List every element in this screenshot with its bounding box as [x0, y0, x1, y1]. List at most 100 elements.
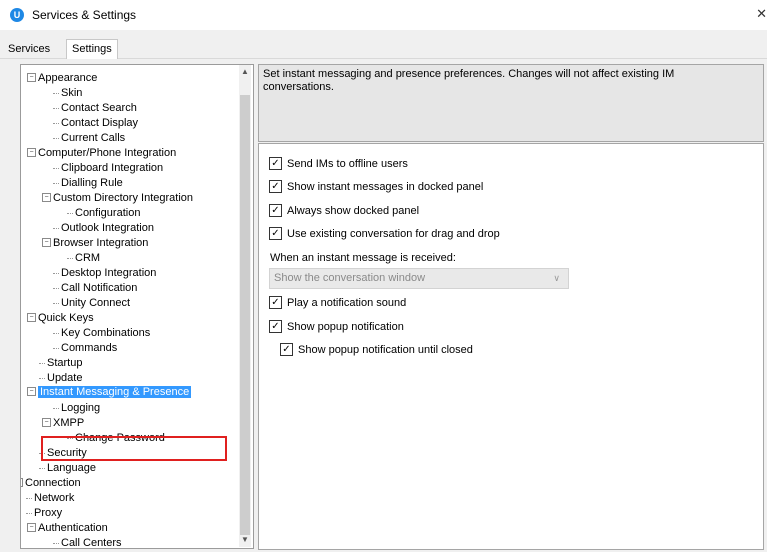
- tree-node-label: Outlook Integration: [61, 222, 154, 234]
- tree-node-label: Connection: [25, 477, 81, 489]
- selection-highlight-box: [41, 436, 227, 461]
- app-logo-icon: U: [10, 8, 24, 22]
- checkbox-checked-icon[interactable]: ✓: [269, 319, 282, 333]
- checkbox-play-sound[interactable]: ✓ Play a notification sound: [269, 295, 406, 311]
- tree-node-call-centers[interactable]: Call Centers: [53, 536, 122, 548]
- tree-node-label: Network: [34, 492, 75, 504]
- tree-node-instant-messaging-presence[interactable]: − Instant Messaging & Presence: [27, 385, 192, 400]
- tree-node-label: Contact Search: [61, 102, 137, 114]
- scroll-down-icon[interactable]: ▼: [239, 533, 251, 547]
- tree-node-crm[interactable]: CRM: [67, 251, 100, 266]
- checkbox-checked-icon[interactable]: ✓: [269, 226, 282, 240]
- checkbox-send-ims-offline[interactable]: ✓ Send IMs to offline users: [269, 156, 408, 172]
- tree-node-language[interactable]: Language: [39, 461, 96, 476]
- tree-node-quick-keys[interactable]: − Quick Keys: [27, 311, 94, 326]
- tree-node-label: Desktop Integration: [61, 267, 157, 279]
- checkbox-checked-icon[interactable]: ✓: [269, 156, 282, 170]
- tree-node-label: Update: [47, 372, 83, 384]
- collapse-icon[interactable]: −: [21, 477, 23, 487]
- checkbox-existing-conversation-drag[interactable]: ✓ Use existing conversation for drag and …: [269, 226, 500, 242]
- collapse-icon[interactable]: −: [27, 312, 36, 322]
- tree-node-logging[interactable]: Logging: [53, 401, 100, 416]
- tree-node-call-notification[interactable]: Call Notification: [53, 281, 137, 296]
- tree-node-dialling-rule[interactable]: Dialling Rule: [53, 176, 123, 191]
- tree-node-label: Computer/Phone Integration: [38, 147, 177, 159]
- collapse-icon[interactable]: −: [27, 386, 36, 396]
- collapse-icon[interactable]: −: [27, 522, 36, 532]
- checkbox-always-show-docked[interactable]: ✓ Always show docked panel: [269, 203, 419, 219]
- chevron-down-icon[interactable]: ∨: [553, 269, 560, 288]
- checkbox-label: Show popup notification: [287, 321, 404, 333]
- tree-node-contact-display[interactable]: Contact Display: [53, 116, 138, 131]
- scroll-thumb[interactable]: [240, 95, 250, 535]
- collapse-icon[interactable]: −: [27, 147, 36, 157]
- tree-node-connection[interactable]: −Connection: [21, 476, 81, 491]
- tree-node-appearance[interactable]: − Appearance: [27, 71, 97, 86]
- checkbox-popup-until-closed[interactable]: ✓ Show popup notification until closed: [280, 342, 473, 358]
- tree-scrollbar[interactable]: ▲ ▼: [239, 65, 251, 547]
- checkbox-checked-icon[interactable]: ✓: [269, 179, 282, 193]
- tree-node-label: Authentication: [38, 522, 108, 534]
- tree-node-label: Custom Directory Integration: [53, 192, 193, 204]
- checkbox-label: Send IMs to offline users: [287, 158, 408, 170]
- tree-node-label: CRM: [75, 252, 101, 264]
- tree-node-label: Clipboard Integration: [61, 162, 164, 174]
- tree-node-browser-integration[interactable]: − Browser Integration: [42, 236, 148, 251]
- checkbox-label: Show instant messages in docked panel: [287, 181, 484, 193]
- tree-node-configuration[interactable]: Configuration: [67, 206, 140, 221]
- tree-node-label: Instant Messaging & Presence: [38, 386, 192, 398]
- checkbox-checked-icon[interactable]: ✓: [269, 295, 282, 309]
- tree-node-xmpp[interactable]: − XMPP: [42, 416, 84, 431]
- options-panel: ✓ Send IMs to offline users ✓ Show instant…: [258, 143, 764, 550]
- tree-node-authentication[interactable]: − Authentication: [27, 521, 108, 536]
- checkbox-show-popup[interactable]: ✓ Show popup notification: [269, 319, 404, 335]
- settings-content: − Appearance Skin Contact Search Contact …: [0, 59, 767, 552]
- tree-node-key-combinations[interactable]: Key Combinations: [53, 326, 150, 341]
- tree-node-proxy[interactable]: Proxy: [26, 506, 62, 521]
- tree-node-contact-search[interactable]: Contact Search: [53, 101, 137, 116]
- tree-node-custom-directory-integration[interactable]: − Custom Directory Integration: [42, 191, 193, 206]
- collapse-icon[interactable]: −: [42, 237, 51, 247]
- tree-node-label: Startup: [47, 357, 83, 369]
- tree-node-label: Key Combinations: [61, 327, 151, 339]
- collapse-icon[interactable]: −: [42, 192, 51, 202]
- checkbox-label: Show popup notification until closed: [298, 344, 473, 356]
- collapse-icon[interactable]: −: [42, 417, 51, 427]
- close-icon[interactable]: ✕: [756, 6, 767, 22]
- checkbox-checked-icon[interactable]: ✓: [269, 203, 282, 217]
- tree-node-outlook-integration[interactable]: Outlook Integration: [53, 221, 154, 236]
- scroll-up-icon[interactable]: ▲: [239, 65, 251, 79]
- tree-node-label: Current Calls: [61, 132, 126, 144]
- tree-node-label: Appearance: [38, 72, 98, 84]
- tree-node-current-calls[interactable]: Current Calls: [53, 131, 125, 146]
- tree-node-label: XMPP: [53, 417, 85, 429]
- tree-node-unity-connect[interactable]: Unity Connect: [53, 296, 130, 311]
- checkbox-checked-icon[interactable]: ✓: [280, 342, 293, 356]
- tree-node-skin[interactable]: Skin: [53, 86, 82, 101]
- tab-services[interactable]: Services: [4, 41, 54, 58]
- tab-settings[interactable]: Settings: [66, 39, 118, 59]
- collapse-icon[interactable]: −: [27, 72, 36, 82]
- tree-node-label: Contact Display: [61, 117, 139, 129]
- tree-node-label: Unity Connect: [61, 297, 131, 309]
- tree-node-label: Browser Integration: [53, 237, 149, 249]
- tree-node-commands[interactable]: Commands: [53, 341, 117, 356]
- tree-node-update[interactable]: Update: [39, 371, 82, 386]
- tree-node-clipboard-integration[interactable]: Clipboard Integration: [53, 161, 163, 176]
- description-text: Set instant messaging and presence prefe…: [263, 68, 675, 93]
- tree-node-startup[interactable]: Startup: [39, 356, 82, 371]
- received-label: When an instant message is received:: [270, 252, 456, 264]
- tree-node-label: Configuration: [75, 207, 141, 219]
- description-panel: Set instant messaging and presence prefe…: [258, 64, 764, 142]
- tree-node-network[interactable]: Network: [26, 491, 74, 506]
- checkbox-label: Always show docked panel: [287, 205, 420, 217]
- tree-node-computer-phone-integration[interactable]: − Computer/Phone Integration: [27, 146, 176, 161]
- tree-node-label: Proxy: [34, 507, 63, 519]
- tab-bar: Services Settings: [0, 30, 767, 59]
- title-bar: U Services & Settings ✕: [0, 0, 767, 30]
- tree-node-label: Dialling Rule: [61, 177, 123, 189]
- tree-node-desktop-integration[interactable]: Desktop Integration: [53, 266, 156, 281]
- tree-node-label: Skin: [61, 87, 83, 99]
- checkbox-show-im-docked[interactable]: ✓ Show instant messages in docked panel: [269, 179, 483, 195]
- received-action-select[interactable]: Show the conversation window ∨: [269, 268, 569, 289]
